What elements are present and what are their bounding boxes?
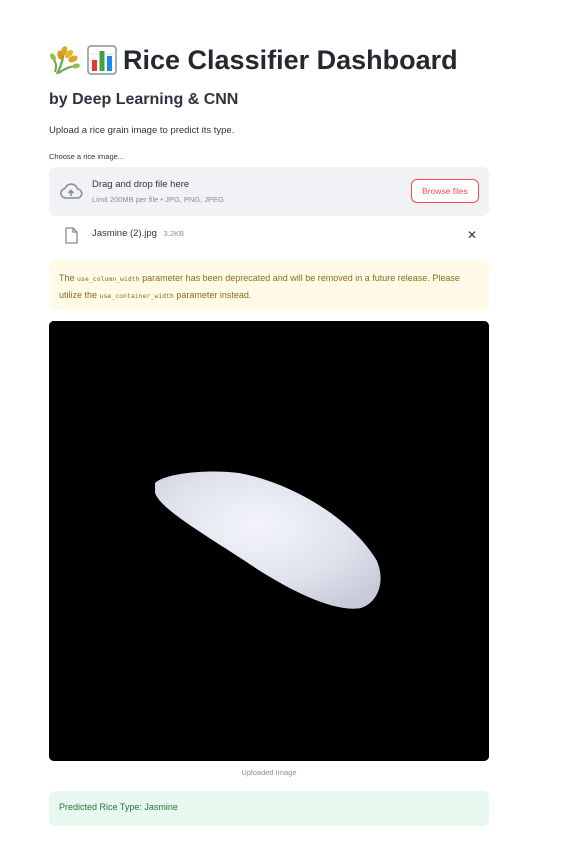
prediction-result: Predicted Rice Type: Jasmine xyxy=(49,791,489,826)
remove-file-icon[interactable]: ✕ xyxy=(467,228,477,242)
file-icon xyxy=(64,227,78,249)
uploaded-image xyxy=(49,321,489,761)
page-title: Rice Classifier Dashboard xyxy=(49,40,458,80)
deprecation-warning: The use_column_width parameter has been … xyxy=(49,260,489,310)
uploaded-file-name: Jasmine (2).jpg 3.2KB xyxy=(92,228,184,239)
file-name-text: Jasmine (2).jpg xyxy=(92,228,157,239)
cloud-upload-icon xyxy=(59,181,83,206)
bar-chart-icon xyxy=(87,45,117,75)
file-size: 3.2KB xyxy=(163,229,185,238)
rice-sheaf-icon xyxy=(49,44,81,76)
uploaded-file-row: Jasmine (2).jpg 3.2KB ✕ xyxy=(49,222,489,248)
warning-code-param: use_container_width xyxy=(99,291,174,300)
page-subtitle: by Deep Learning & CNN xyxy=(49,91,239,108)
file-dropzone[interactable]: Drag and drop file here Limit 200MB per … xyxy=(49,167,489,216)
browse-files-button[interactable]: Browse files xyxy=(411,179,479,203)
warning-code-param: use_column_width xyxy=(77,275,140,283)
dropzone-instruction: Drag and drop file here xyxy=(92,179,190,190)
warning-text-part: parameter instead. xyxy=(173,289,252,300)
dropzone-limit-text: Limit 200MB per file • JPG, PNG, JPEG xyxy=(92,195,224,204)
image-caption: Uploaded Image xyxy=(241,768,297,777)
description-text: Upload a rice grain image to predict its… xyxy=(49,125,235,136)
rice-grain-image xyxy=(49,321,489,761)
warning-text-part: The xyxy=(59,273,78,283)
uploader-label: Choose a rice image... xyxy=(49,152,125,161)
page-title-text: Rice Classifier Dashboard xyxy=(123,44,458,75)
